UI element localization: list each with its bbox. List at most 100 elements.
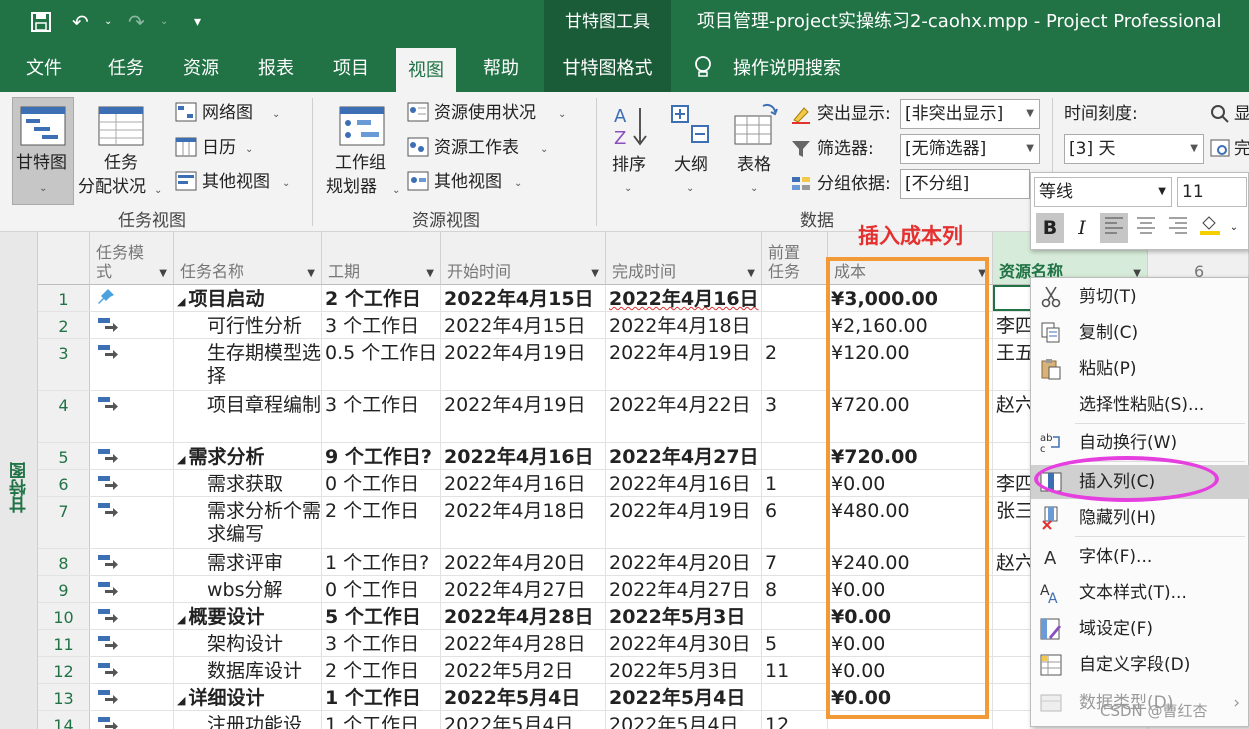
row-number[interactable]: 4 [38,391,90,442]
collapse-triangle-icon[interactable]: ◢ [177,694,185,707]
cost-cell[interactable]: ¥0.00 [828,684,993,710]
task-name-cell[interactable]: 生存期模型选择 [174,339,322,390]
team-planner-dropdown-icon[interactable]: ⌄ [392,180,400,202]
bold-button[interactable]: B [1036,213,1064,243]
row-number[interactable]: 10 [38,603,90,629]
context-menu-item[interactable]: 剪切(T) [1031,280,1249,314]
cost-cell[interactable]: ¥720.00 [828,391,993,442]
cost-cell[interactable]: ¥720.00 [828,443,993,469]
task-mode-cell[interactable] [90,576,174,602]
tab-report[interactable]: 报表 [258,44,294,92]
task-mode-cell[interactable] [90,339,174,390]
other-views-label[interactable]: 其他视图 [202,171,270,193]
predecessors-cell[interactable]: 12 [762,711,828,729]
start-cell[interactable]: 2022年4月15日 [441,312,606,338]
column-header-start[interactable]: 开始时间 ▼ [441,232,606,285]
row-number[interactable]: 2 [38,312,90,338]
predecessors-cell[interactable] [762,443,828,469]
task-name-cell[interactable]: ◢ 项目启动 [174,285,322,311]
resource-sheet-dropdown-icon[interactable]: ⌄ [540,139,548,161]
finish-cell[interactable]: 2022年4月16日 [606,470,762,496]
customize-qat-icon[interactable]: ▾ [194,0,201,44]
column-header-task-name[interactable]: 任务名称 ▼ [174,232,322,285]
finish-cell[interactable]: 2022年4月19日 [606,497,762,548]
calendar-dropdown-icon[interactable]: ⌄ [245,139,253,161]
duration-cell[interactable]: 3 个工作日 [322,312,441,338]
start-cell[interactable]: 2022年4月15日 [441,285,606,311]
duration-cell[interactable]: 2 个工作日 [322,497,441,548]
group-by-select[interactable]: [不分组] [900,169,1030,199]
task-name-cell[interactable]: 数据库设计 [174,657,322,683]
start-cell[interactable]: 2022年5月2日 [441,657,606,683]
highlight-select[interactable]: [非突出显示] ▼ [900,99,1040,129]
zoom-label-cut[interactable]: 显 [1234,103,1249,125]
column-header-duration[interactable]: 工期 ▼ [322,232,441,285]
context-menu-item[interactable]: A 字体(F)... [1031,540,1249,574]
start-cell[interactable]: 2022年4月16日 [441,470,606,496]
context-menu-item[interactable]: 选择性粘贴(S)... [1031,388,1249,422]
start-cell[interactable]: 2022年4月16日 [441,443,606,469]
redo-dropdown-icon[interactable]: ⌄ [160,0,168,44]
finish-cell[interactable]: 2022年5月4日 [606,711,762,729]
start-cell[interactable]: 2022年4月28日 [441,603,606,629]
outline-dropdown-icon[interactable]: ⌄ [686,178,694,200]
tab-task[interactable]: 任务 [108,44,144,92]
duration-cell[interactable]: 1 个工作日 [322,711,441,729]
task-mode-cell[interactable] [90,391,174,442]
duration-cell[interactable]: 0.5 个工作日 [322,339,441,390]
task-name-cell[interactable]: wbs分解 [174,576,322,602]
timescale-select[interactable]: [3] 天 ▼ [1064,134,1204,164]
complete-project-label-cut[interactable]: 完 [1234,138,1249,160]
cost-cell[interactable]: ¥0.00 [828,576,993,602]
task-mode-cell[interactable] [90,684,174,710]
cost-cell[interactable]: ¥0.00 [828,657,993,683]
start-cell[interactable]: 2022年5月4日 [441,684,606,710]
task-name-cell[interactable]: 项目章程编制 [174,391,322,442]
start-cell[interactable]: 2022年4月20日 [441,549,606,575]
start-cell[interactable]: 2022年4月19日 [441,391,606,442]
collapse-triangle-icon[interactable]: ◢ [177,613,185,626]
cost-cell[interactable]: ¥480.00 [828,497,993,548]
predecessors-cell[interactable] [762,603,828,629]
finish-cell[interactable]: 2022年4月27日 [606,576,762,602]
column-header-task-mode[interactable]: 任务模式 ▼ [90,232,174,285]
finish-cell[interactable]: 2022年5月3日 [606,603,762,629]
predecessors-cell[interactable]: 6 [762,497,828,548]
cost-cell[interactable]: ¥0.00 [828,630,993,656]
finish-cell[interactable]: 2022年5月3日 [606,657,762,683]
row-number[interactable]: 1 [38,285,90,311]
calendar-label[interactable]: 日历 [202,137,236,159]
task-usage-label-1[interactable]: 任务 [104,152,138,174]
fill-color-dropdown-icon[interactable]: ⌄ [1224,213,1244,243]
duration-cell[interactable]: 3 个工作日 [322,630,441,656]
cost-cell[interactable]: ¥3,000.00 [828,285,993,311]
predecessors-cell[interactable] [762,285,828,311]
italic-button[interactable]: I [1068,213,1096,243]
finish-cell[interactable]: 2022年4月19日 [606,339,762,390]
finish-cell[interactable]: 2022年4月18日 [606,312,762,338]
resource-usage-dropdown-icon[interactable]: ⌄ [558,104,566,126]
tab-view[interactable]: 视图 [396,48,456,92]
finish-cell[interactable]: 2022年4月27日 [606,443,762,469]
duration-cell[interactable]: 3 个工作日 [322,391,441,442]
row-number[interactable]: 6 [38,470,90,496]
predecessors-cell[interactable]: 1 [762,470,828,496]
row-number[interactable]: 9 [38,576,90,602]
row-number[interactable]: 8 [38,549,90,575]
tab-resource[interactable]: 资源 [183,44,219,92]
resource-other-views-dropdown-icon[interactable]: ⌄ [514,173,522,195]
column-header-finish[interactable]: 完成时间 ▼ [606,232,762,285]
duration-cell[interactable]: 0 个工作日 [322,470,441,496]
duration-cell[interactable]: 5 个工作日 [322,603,441,629]
context-menu-item[interactable]: 粘贴(P) [1031,352,1249,386]
redo-icon[interactable]: ↷ [128,0,145,44]
task-mode-cell[interactable] [90,603,174,629]
cost-cell[interactable]: ¥240.00 [828,549,993,575]
align-left-button[interactable] [1100,213,1128,243]
task-mode-cell[interactable] [90,312,174,338]
predecessors-cell[interactable]: 2 [762,339,828,390]
context-menu-item[interactable]: 复制(C) [1031,316,1249,350]
cost-cell[interactable] [828,711,993,729]
sort-label[interactable]: 排序 [612,154,646,176]
predecessors-cell[interactable]: 5 [762,630,828,656]
